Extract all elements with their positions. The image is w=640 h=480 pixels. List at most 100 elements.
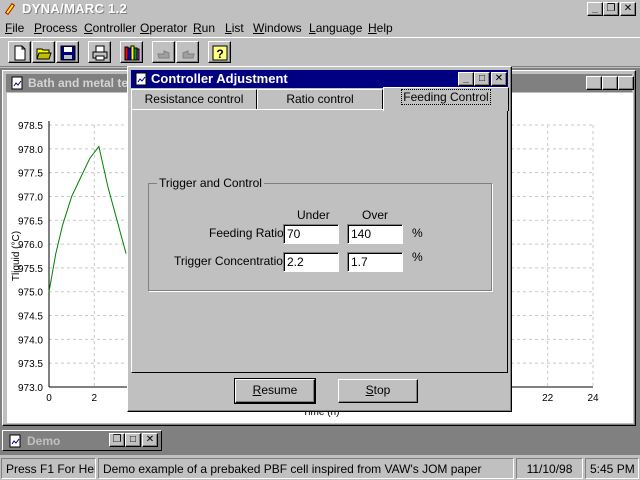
menu-bar: File Process Controller Operator Run Lis… [0, 19, 640, 37]
trigger-concentration-under-input[interactable]: 2.2 [283, 252, 339, 272]
minimize-icon: _ [591, 77, 597, 88]
status-time: 5:45 PM [585, 458, 639, 479]
close-icon: ✕ [145, 434, 155, 445]
stop-accel: S [365, 383, 374, 397]
controller-adjustment-dialog: Controller Adjustment _ □ ✕ Resistance c… [127, 66, 512, 412]
y-tick-label: 975.0 [18, 288, 43, 299]
close-button[interactable]: ✕ [620, 2, 636, 16]
hand-right-icon [182, 50, 195, 59]
y-axis-label: Tliquid (°C) [11, 231, 22, 281]
app-logo-icon [4, 2, 16, 16]
minimize-button[interactable]: _ [587, 2, 603, 16]
help-button[interactable]: ? [208, 41, 231, 63]
menu-run[interactable]: Run [193, 21, 215, 35]
status-message: Demo example of a prebaked PBF cell insp… [98, 458, 514, 479]
trigger-concentration-label: Trigger Concentration [174, 254, 290, 268]
menu-controller[interactable]: Controller [84, 21, 136, 35]
stop-button[interactable]: Stop [338, 379, 418, 403]
chart-minimize-button[interactable]: _ [586, 76, 602, 90]
demo-maximize-button[interactable]: □ [125, 433, 141, 447]
help-question-icon: ? [212, 45, 228, 61]
column-under-label: Under [297, 208, 330, 222]
save-disk-icon [60, 45, 76, 61]
svg-text:?: ? [216, 47, 223, 61]
input-value: 2.2 [287, 255, 304, 269]
dialog-title-bar[interactable]: Controller Adjustment _ □ ✕ [131, 70, 508, 88]
tab-label: Resistance control [144, 92, 244, 106]
menu-language[interactable]: Language [309, 21, 362, 35]
print-button[interactable] [88, 41, 111, 63]
menu-file[interactable]: File [5, 21, 24, 35]
x-tick-label: 2 [92, 393, 98, 404]
demo-restore-button[interactable]: ❐ [109, 433, 125, 447]
maximize-icon: □ [129, 434, 137, 445]
y-tick-label: 977.0 [18, 192, 43, 203]
hand-left-icon [157, 50, 170, 59]
window-doc-icon [9, 434, 21, 448]
y-tick-label: 977.5 [18, 169, 43, 180]
restore-icon: ❐ [112, 434, 122, 445]
resume-button[interactable]: Resume [234, 378, 316, 404]
y-tick-label: 974.5 [18, 312, 43, 323]
group-label: Trigger and Control [157, 176, 264, 190]
column-over-label: Over [362, 208, 389, 222]
tab-label: Feeding Control [401, 89, 491, 105]
tab-feeding-control[interactable]: Feeding Control [383, 87, 509, 111]
open-folder-button[interactable] [32, 41, 55, 63]
open-folder-icon [36, 48, 52, 60]
feeding-ratio-under-input[interactable]: 70 [283, 224, 339, 244]
window-doc-icon [135, 72, 147, 86]
feeding-ratio-label: Feeding Ratio [209, 226, 284, 240]
y-tick-label: 973.5 [18, 359, 43, 370]
series-line [48, 145, 127, 292]
app-title-bar[interactable]: DYNA/MARC 1.2 _ ❐ ✕ [0, 0, 640, 18]
close-icon: ✕ [621, 77, 631, 88]
status-date: 11/10/98 [516, 458, 583, 479]
input-value: 1.7 [351, 255, 368, 269]
menu-process[interactable]: Process [34, 21, 77, 35]
trigger-concentration-over-input[interactable]: 1.7 [347, 252, 403, 272]
chart-close-button[interactable]: ✕ [618, 76, 634, 90]
minimize-icon: _ [592, 3, 598, 14]
dialog-minimize-button[interactable]: _ [458, 72, 474, 86]
status-bar: Press F1 For Help Demo example of a preb… [0, 456, 640, 480]
restore-button[interactable]: ❐ [603, 2, 619, 16]
new-file-button[interactable] [8, 41, 31, 63]
hand-right-button[interactable] [176, 41, 199, 63]
menu-operator[interactable]: Operator [140, 21, 187, 35]
feeding-control-page: Trigger and Control Under Over Feeding R… [131, 109, 508, 373]
x-tick-label: 22 [542, 393, 554, 404]
dialog-maximize-button[interactable]: □ [474, 72, 490, 86]
tab-ratio-control[interactable]: Ratio control [257, 89, 383, 109]
resume-accel: R [252, 383, 262, 397]
dialog-close-button[interactable]: ✕ [491, 72, 507, 86]
toolbar: ? [0, 37, 640, 67]
menu-help[interactable]: Help [368, 21, 393, 35]
maximize-icon: □ [606, 77, 614, 88]
books-icon [124, 45, 140, 61]
chart-maximize-button[interactable]: □ [602, 76, 618, 90]
y-tick-label: 973.0 [18, 383, 43, 394]
tab-label: Ratio control [286, 92, 354, 106]
minimize-icon: _ [463, 73, 469, 84]
menu-list[interactable]: List [225, 21, 244, 35]
save-button[interactable] [56, 41, 79, 63]
demo-window-minimized[interactable]: Demo ❐ □ ✕ [2, 430, 162, 451]
print-icon [92, 45, 108, 61]
new-file-icon [14, 45, 26, 61]
feeding-ratio-over-input[interactable]: 140 [347, 224, 403, 244]
app-title: DYNA/MARC 1.2 [22, 1, 128, 16]
demo-close-button[interactable]: ✕ [142, 433, 158, 447]
window-doc-icon [11, 76, 23, 90]
trigger-concentration-unit: % [412, 250, 423, 264]
x-tick-label: 24 [587, 393, 599, 404]
feeding-ratio-unit: % [412, 226, 423, 240]
dialog-title: Controller Adjustment [151, 71, 288, 86]
resume-label: esume [261, 383, 298, 397]
hand-left-button[interactable] [152, 41, 175, 63]
tab-resistance-control[interactable]: Resistance control [131, 89, 257, 109]
menu-windows[interactable]: Windows [253, 21, 302, 35]
x-tick-label: 0 [46, 393, 52, 404]
books-button[interactable] [120, 41, 143, 63]
restore-icon: ❐ [606, 3, 616, 14]
